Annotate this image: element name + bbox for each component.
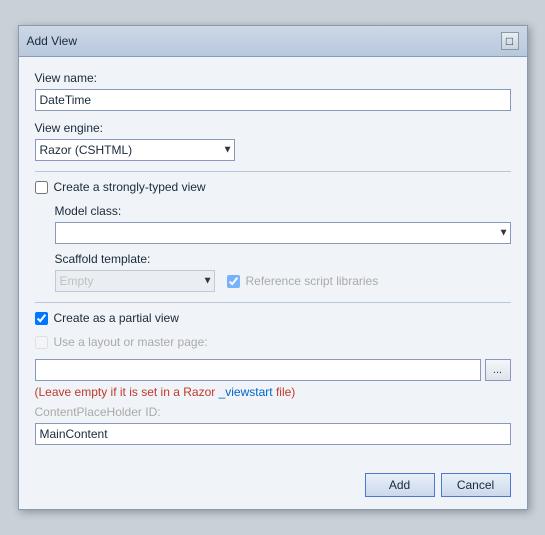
hint-link[interactable]: _viewstart [219,385,273,399]
use-layout-label: Use a layout or master page: [54,335,208,349]
layout-path-row: ... [35,359,511,381]
model-class-wrapper: ▼ [55,222,511,244]
strongly-typed-label[interactable]: Create a strongly-typed view [54,180,206,194]
add-view-dialog: Add View □ View name: View engine: Razor… [18,25,528,510]
reference-scripts-label: Reference script libraries [246,274,379,288]
view-name-label: View name: [35,71,511,85]
partial-view-row: Create as a partial view [35,311,511,325]
view-engine-section: View engine: Razor (CSHTML) ASPX ▼ [35,121,511,161]
scaffold-dropdown-wrapper: Empty Create Delete Details Edit List ▼ [55,270,215,292]
scaffold-row: Empty Create Delete Details Edit List ▼ [55,270,511,292]
model-class-label: Model class: [55,204,511,218]
reference-scripts-row: Reference script libraries [227,274,379,288]
partial-view-label[interactable]: Create as a partial view [54,311,179,325]
contentplaceholder-label: ContentPlaceHolder ID: [35,405,511,419]
dialog-content: View name: View engine: Razor (CSHTML) A… [19,57,527,465]
view-name-section: View name: [35,71,511,111]
use-layout-row: Use a layout or master page: [35,335,511,349]
strongly-typed-checkbox[interactable] [35,181,48,194]
hint-before: (Leave empty if it is set in a Razor [35,385,219,399]
hint-text: (Leave empty if it is set in a Razor _vi… [35,385,511,399]
close-icon: □ [506,34,513,48]
add-button[interactable]: Add [365,473,435,497]
cancel-button[interactable]: Cancel [441,473,511,497]
layout-path-input[interactable] [35,359,481,381]
divider-2 [35,302,511,303]
dialog-titlebar: Add View □ [19,26,527,57]
reference-scripts-checkbox[interactable] [227,275,240,288]
partial-view-section: Create as a partial view Use a layout or… [35,311,511,445]
view-engine-label: View engine: [35,121,511,135]
view-name-input[interactable] [35,89,511,111]
contentplaceholder-input[interactable] [35,423,511,445]
use-layout-checkbox[interactable] [35,336,48,349]
view-engine-dropdown-wrapper: Razor (CSHTML) ASPX ▼ [35,139,235,161]
dialog-footer: Add Cancel [19,465,527,509]
view-engine-select[interactable]: Razor (CSHTML) ASPX [35,139,235,161]
browse-button[interactable]: ... [485,359,511,381]
scaffold-template-select[interactable]: Empty Create Delete Details Edit List [55,270,215,292]
model-class-section: Model class: ▼ Scaffold template: Empty … [55,204,511,292]
partial-view-checkbox[interactable] [35,312,48,325]
strongly-typed-row: Create a strongly-typed view [35,180,511,194]
model-class-input[interactable] [55,222,511,244]
scaffold-template-label: Scaffold template: [55,252,511,266]
divider-1 [35,171,511,172]
dialog-title: Add View [27,34,77,48]
hint-after: file) [273,385,296,399]
scaffold-template-section: Scaffold template: Empty Create Delete D… [55,252,511,292]
dialog-container: Add View □ View name: View engine: Razor… [18,25,528,510]
close-button[interactable]: □ [501,32,519,50]
